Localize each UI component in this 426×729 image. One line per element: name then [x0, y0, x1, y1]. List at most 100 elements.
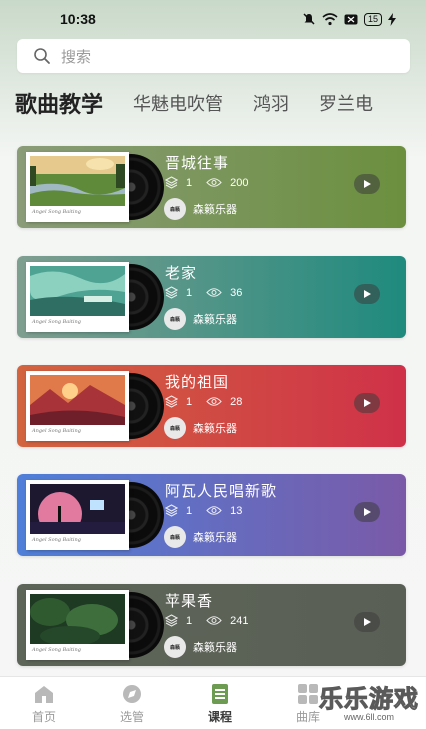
play-button[interactable]: [354, 612, 380, 632]
lesson-count: 1: [186, 286, 193, 299]
cover-image: [30, 375, 125, 425]
brand-name: 森籁乐器: [193, 422, 237, 435]
play-button[interactable]: [354, 502, 380, 522]
play-button[interactable]: [354, 284, 380, 304]
course-title: 苹果香: [165, 592, 214, 610]
nav-label: 课程: [207, 710, 232, 724]
brand-logo-icon: 森籁: [164, 636, 186, 658]
layers-icon: [165, 504, 178, 517]
course-card[interactable]: Angel Song Baiting 我的祖国 1 28 森籁 森籁乐器: [17, 365, 406, 447]
cover-caption: Angel Song Baiting: [32, 537, 81, 543]
course-brand: 森籁 森籁乐器: [164, 308, 237, 330]
course-card[interactable]: Angel Song Baiting 苹果香 1 241 森籁 森籁乐器: [17, 584, 406, 666]
status-time: 10:38: [60, 11, 96, 27]
play-icon: [364, 290, 371, 298]
play-button[interactable]: [354, 174, 380, 194]
status-icons: 15: [302, 12, 396, 26]
lesson-count: 1: [186, 395, 193, 408]
view-count: 241: [230, 614, 249, 627]
watermark-url: www.6ll.com: [343, 712, 394, 722]
play-icon: [364, 399, 371, 407]
brand-logo-icon: 森籁: [164, 526, 186, 548]
tab-song-teaching[interactable]: 歌曲教学: [15, 87, 103, 119]
layers-icon: [165, 176, 178, 189]
cover-image: [30, 266, 125, 316]
cover-image: [30, 156, 125, 206]
course-brand: 森籁 森籁乐器: [164, 198, 237, 220]
home-icon: [35, 686, 53, 703]
album-cover: Angel Song Baiting: [26, 152, 164, 222]
battery-icon: 15: [363, 12, 382, 26]
course-stats: 1 36: [165, 286, 242, 299]
brand-logo-icon: 森籁: [164, 417, 186, 439]
play-icon: [364, 618, 371, 626]
nav-home[interactable]: 首页: [0, 677, 88, 729]
eye-icon: [206, 288, 222, 297]
tab-hongyu[interactable]: 鸿羽: [253, 90, 289, 116]
brand-logo-icon: 森籁: [164, 308, 186, 330]
view-count: 36: [230, 286, 243, 299]
course-stats: 1 200: [165, 176, 248, 189]
layers-icon: [165, 614, 178, 627]
course-brand: 森籁 森籁乐器: [164, 417, 237, 439]
nav-label: 首页: [31, 710, 56, 724]
course-title: 我的祖国: [165, 373, 230, 391]
mute-icon: [303, 13, 315, 25]
eye-icon: [206, 506, 222, 515]
course-card[interactable]: Angel Song Baiting 老家 1 36 森籁 森籁乐器: [17, 256, 406, 338]
layers-icon: [165, 286, 178, 299]
brand-name: 森籁乐器: [193, 203, 237, 216]
course-stats: 1 241: [165, 614, 248, 627]
course-title: 阿瓦人民唱新歌: [165, 482, 278, 500]
album-cover: Angel Song Baiting: [26, 590, 164, 660]
course-title: 老家: [165, 264, 198, 282]
nav-course[interactable]: 课程: [176, 677, 264, 729]
lesson-count: 1: [186, 504, 193, 517]
course-brand: 森籁 森籁乐器: [164, 526, 237, 548]
view-count: 13: [230, 504, 243, 517]
course-list-icon: [212, 684, 228, 704]
brand-logo-icon: 森籁: [164, 198, 186, 220]
tab-roland[interactable]: 罗兰电: [319, 90, 373, 116]
charging-icon: [388, 12, 396, 26]
view-count: 28: [230, 395, 243, 408]
search-placeholder: 搜索: [61, 47, 92, 66]
view-count: 200: [230, 176, 249, 189]
play-button[interactable]: [354, 393, 380, 413]
search-input[interactable]: 搜索: [17, 39, 410, 73]
course-stats: 1 28: [165, 395, 242, 408]
nav-select-instrument[interactable]: 选管: [88, 677, 176, 729]
course-title: 晋城往事: [165, 154, 230, 172]
play-icon: [364, 180, 371, 188]
cover-image: [30, 594, 125, 644]
cover-image: [30, 484, 125, 534]
layers-icon: [165, 395, 178, 408]
status-bar: 10:38 15: [0, 0, 426, 38]
search-icon: [34, 48, 50, 64]
album-cover: Angel Song Baiting: [26, 371, 164, 441]
eye-icon: [206, 397, 222, 406]
cover-caption: Angel Song Baiting: [32, 209, 81, 215]
eye-icon: [206, 616, 222, 625]
sim-icon: [344, 14, 358, 24]
watermark-text: 乐乐游戏: [319, 685, 419, 713]
course-card[interactable]: Angel Song Baiting 阿瓦人民唱新歌 1 13 森籁 森籁乐器: [17, 474, 406, 556]
course-card[interactable]: Angel Song Baiting 晋城往事 1 200 森籁 森籁乐器: [17, 146, 406, 228]
album-cover: Angel Song Baiting: [26, 480, 164, 550]
cover-caption: Angel Song Baiting: [32, 319, 81, 325]
play-icon: [364, 508, 371, 516]
tab-huamei-ewi[interactable]: 华魅电吹管: [133, 90, 223, 116]
brand-name: 森籁乐器: [193, 641, 237, 654]
brand-name: 森籁乐器: [193, 531, 237, 544]
lesson-count: 1: [186, 614, 193, 627]
compass-icon: [123, 685, 141, 703]
lesson-count: 1: [186, 176, 193, 189]
course-stats: 1 13: [165, 504, 242, 517]
site-watermark: 乐乐游戏 www.6ll.com: [312, 679, 426, 729]
album-cover: Angel Song Baiting: [26, 262, 164, 332]
wifi-icon: [322, 12, 338, 25]
cover-caption: Angel Song Baiting: [32, 647, 81, 653]
brand-name: 森籁乐器: [193, 313, 237, 326]
cover-caption: Angel Song Baiting: [32, 428, 81, 434]
category-tabs: 歌曲教学 华魅电吹管 鸿羽 罗兰电: [15, 86, 426, 120]
